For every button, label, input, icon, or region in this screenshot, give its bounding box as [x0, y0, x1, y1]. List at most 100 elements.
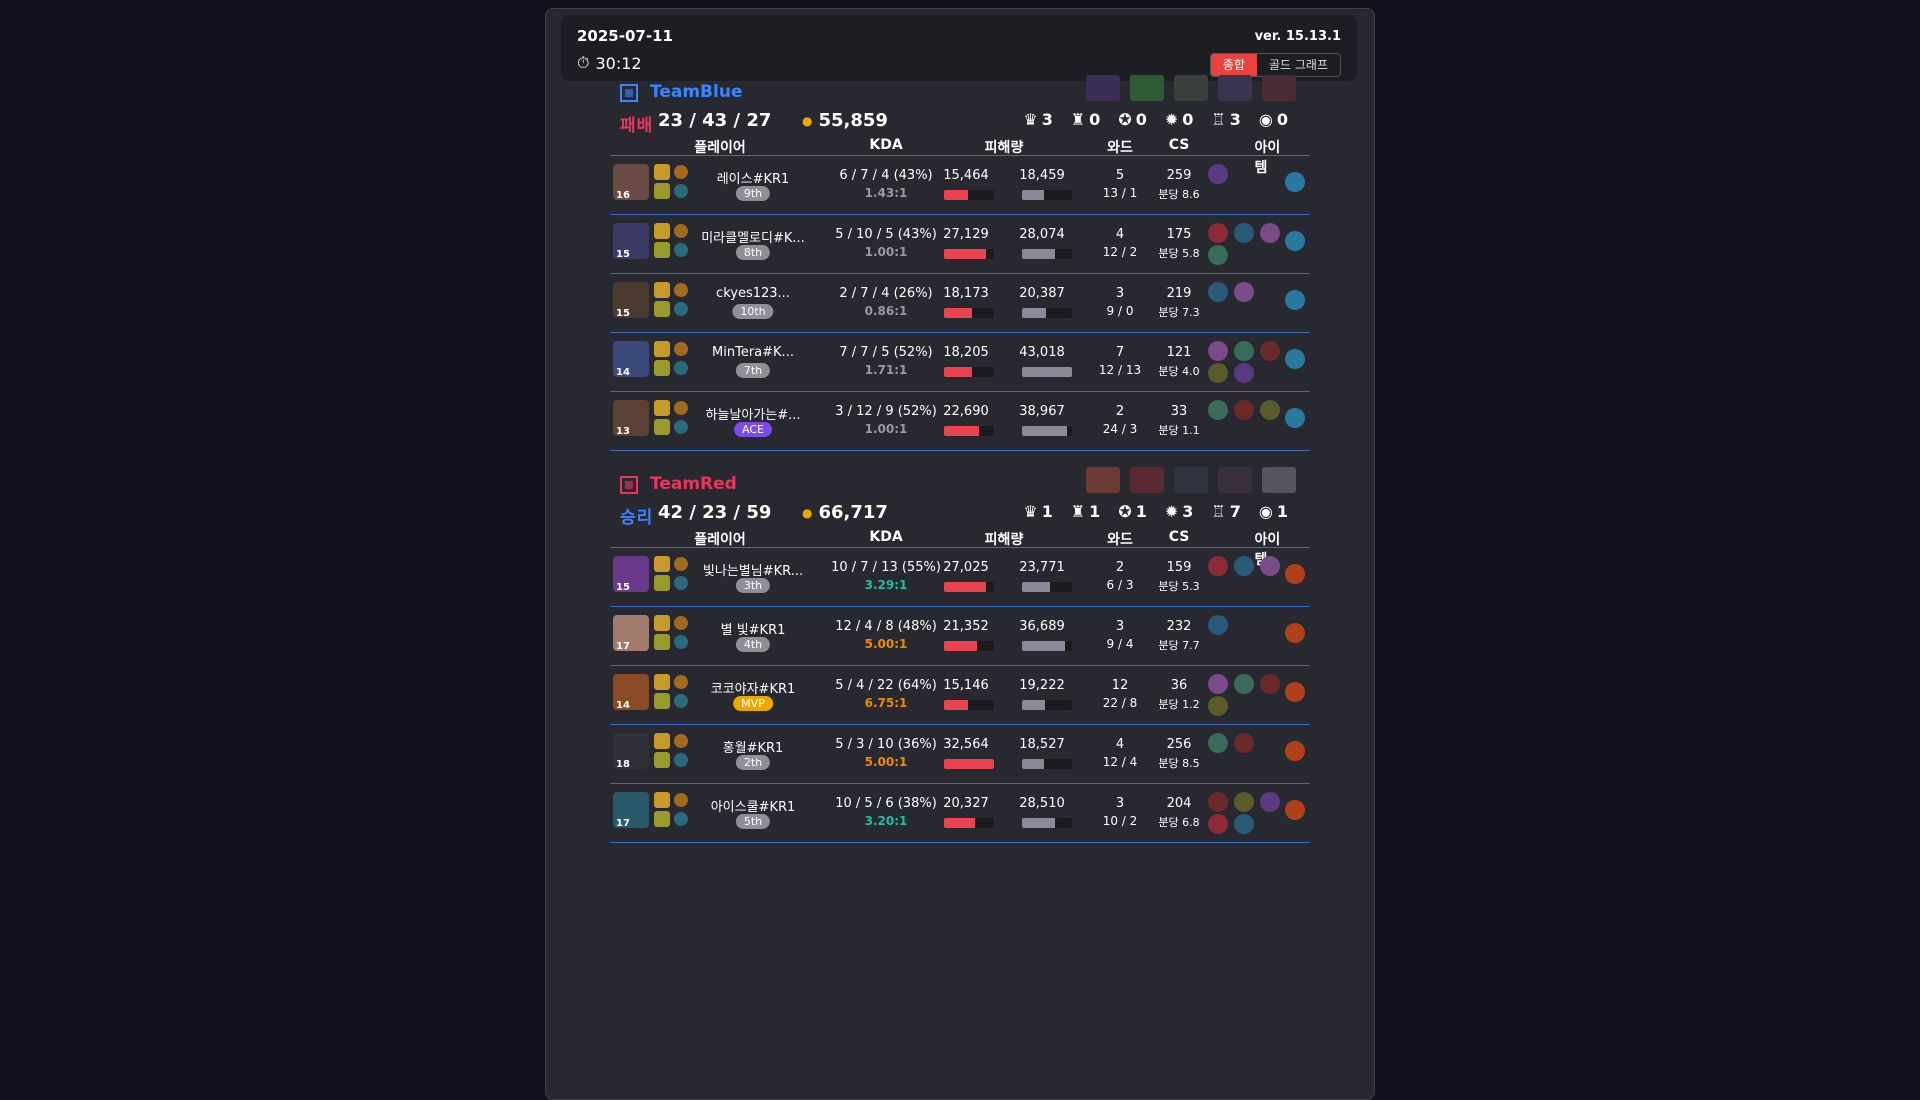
player-row[interactable]: 17 별 빛#KR1 4th 12 / 4 / 8 (48%) 5.00:1 2…	[610, 607, 1310, 666]
player-name[interactable]: 코코야자#KR1	[711, 678, 796, 697]
champion-icon[interactable]	[1218, 467, 1252, 493]
rune-icon[interactable]	[674, 184, 688, 198]
player-name[interactable]: 레이스#KR1	[717, 168, 790, 187]
summoner-spell-icon[interactable]	[654, 183, 670, 199]
summoner-spell-icon[interactable]	[654, 674, 670, 690]
team-name[interactable]: TeamRed	[650, 474, 737, 494]
tab-gold-graph[interactable]: 골드 그래프	[1256, 54, 1340, 76]
item-icon[interactable]	[1234, 792, 1254, 812]
player-row[interactable]: 17 아이스쿨#KR1 5th 10 / 5 / 6 (38%) 3.20:1 …	[610, 784, 1310, 843]
player-name[interactable]: ckyes123...	[716, 286, 790, 301]
trinket-icon[interactable]	[1285, 682, 1305, 702]
champion-icon[interactable]	[1130, 467, 1164, 493]
item-icon[interactable]	[1208, 400, 1228, 420]
player-name[interactable]: 홍월#KR1	[723, 737, 784, 756]
rune-icon[interactable]	[674, 224, 688, 238]
summoner-spell-icon[interactable]	[654, 811, 670, 827]
player-name[interactable]: 별 빛#KR1	[721, 619, 786, 638]
item-icon[interactable]	[1208, 814, 1228, 834]
summoner-spell-icon[interactable]	[654, 693, 670, 709]
trinket-icon[interactable]	[1285, 564, 1305, 584]
champion-icon[interactable]	[1174, 75, 1208, 101]
summoner-spell-icon[interactable]	[654, 575, 670, 591]
champion-icon[interactable]	[1262, 467, 1296, 493]
player-name[interactable]: 빛나는별님#KR...	[703, 560, 803, 579]
rune-icon[interactable]	[674, 753, 688, 767]
player-row[interactable]: 15 빛나는별님#KR... 3th 10 / 7 / 13 (55%) 3.2…	[610, 548, 1310, 607]
summoner-spell-icon[interactable]	[654, 223, 670, 239]
player-row[interactable]: 14 MinTera#K... 7th 7 / 7 / 5 (52%) 1.71…	[610, 333, 1310, 392]
champion-icon[interactable]	[1130, 75, 1164, 101]
champion-icon[interactable]	[1086, 467, 1120, 493]
summoner-spell-icon[interactable]	[654, 164, 670, 180]
player-row[interactable]: 14 코코야자#KR1 MVP 5 / 4 / 22 (64%) 6.75:1 …	[610, 666, 1310, 725]
item-icon[interactable]	[1208, 696, 1228, 716]
item-icon[interactable]	[1260, 223, 1280, 243]
item-icon[interactable]	[1208, 341, 1228, 361]
item-icon[interactable]	[1234, 363, 1254, 383]
tab-summary[interactable]: 종합	[1210, 54, 1257, 76]
rune-icon[interactable]	[674, 793, 688, 807]
player-row[interactable]: 13 하늘날아가는#... ACE 3 / 12 / 9 (52%) 1.00:…	[610, 392, 1310, 451]
rune-icon[interactable]	[674, 283, 688, 297]
item-icon[interactable]	[1234, 400, 1254, 420]
item-icon[interactable]	[1260, 792, 1280, 812]
item-icon[interactable]	[1260, 400, 1280, 420]
rune-icon[interactable]	[674, 812, 688, 826]
item-icon[interactable]	[1234, 556, 1254, 576]
item-icon[interactable]	[1234, 223, 1254, 243]
rune-icon[interactable]	[674, 675, 688, 689]
item-icon[interactable]	[1208, 674, 1228, 694]
rune-icon[interactable]	[674, 557, 688, 571]
summoner-spell-icon[interactable]	[654, 556, 670, 572]
summoner-spell-icon[interactable]	[654, 360, 670, 376]
item-icon[interactable]	[1208, 556, 1228, 576]
trinket-icon[interactable]	[1285, 408, 1305, 428]
item-icon[interactable]	[1234, 814, 1254, 834]
champion-icon[interactable]	[1262, 75, 1296, 101]
item-icon[interactable]	[1260, 341, 1280, 361]
summoner-spell-icon[interactable]	[654, 301, 670, 317]
item-icon[interactable]	[1208, 164, 1228, 184]
summoner-spell-icon[interactable]	[654, 419, 670, 435]
rune-icon[interactable]	[674, 694, 688, 708]
summoner-spell-icon[interactable]	[654, 792, 670, 808]
summoner-spell-icon[interactable]	[654, 341, 670, 357]
trinket-icon[interactable]	[1285, 623, 1305, 643]
item-icon[interactable]	[1234, 282, 1254, 302]
trinket-icon[interactable]	[1285, 290, 1305, 310]
champion-icon[interactable]	[1174, 467, 1208, 493]
player-row[interactable]: 16 레이스#KR1 9th 6 / 7 / 4 (43%) 1.43:1 15…	[610, 156, 1310, 215]
rune-icon[interactable]	[674, 420, 688, 434]
summoner-spell-icon[interactable]	[654, 400, 670, 416]
trinket-icon[interactable]	[1285, 349, 1305, 369]
rune-icon[interactable]	[674, 361, 688, 375]
trinket-icon[interactable]	[1285, 172, 1305, 192]
rune-icon[interactable]	[674, 243, 688, 257]
rune-icon[interactable]	[674, 302, 688, 316]
item-icon[interactable]	[1208, 223, 1228, 243]
champion-icon[interactable]	[1218, 75, 1252, 101]
rune-icon[interactable]	[674, 401, 688, 415]
team-name[interactable]: TeamBlue	[650, 82, 742, 102]
player-name[interactable]: MinTera#K...	[712, 345, 794, 360]
item-icon[interactable]	[1208, 363, 1228, 383]
item-icon[interactable]	[1234, 733, 1254, 753]
player-row[interactable]: 15 ckyes123... 10th 2 / 7 / 4 (26%) 0.86…	[610, 274, 1310, 333]
item-icon[interactable]	[1208, 282, 1228, 302]
item-icon[interactable]	[1234, 341, 1254, 361]
summoner-spell-icon[interactable]	[654, 733, 670, 749]
rune-icon[interactable]	[674, 734, 688, 748]
rune-icon[interactable]	[674, 342, 688, 356]
player-row[interactable]: 15 미라클멜로디#K... 8th 5 / 10 / 5 (43%) 1.00…	[610, 215, 1310, 274]
trinket-icon[interactable]	[1285, 800, 1305, 820]
rune-icon[interactable]	[674, 165, 688, 179]
item-icon[interactable]	[1260, 674, 1280, 694]
summoner-spell-icon[interactable]	[654, 752, 670, 768]
item-icon[interactable]	[1260, 556, 1280, 576]
summoner-spell-icon[interactable]	[654, 615, 670, 631]
item-icon[interactable]	[1208, 733, 1228, 753]
player-row[interactable]: 18 홍월#KR1 2th 5 / 3 / 10 (36%) 5.00:1 32…	[610, 725, 1310, 784]
trinket-icon[interactable]	[1285, 231, 1305, 251]
player-name[interactable]: 하늘날아가는#...	[705, 404, 800, 423]
